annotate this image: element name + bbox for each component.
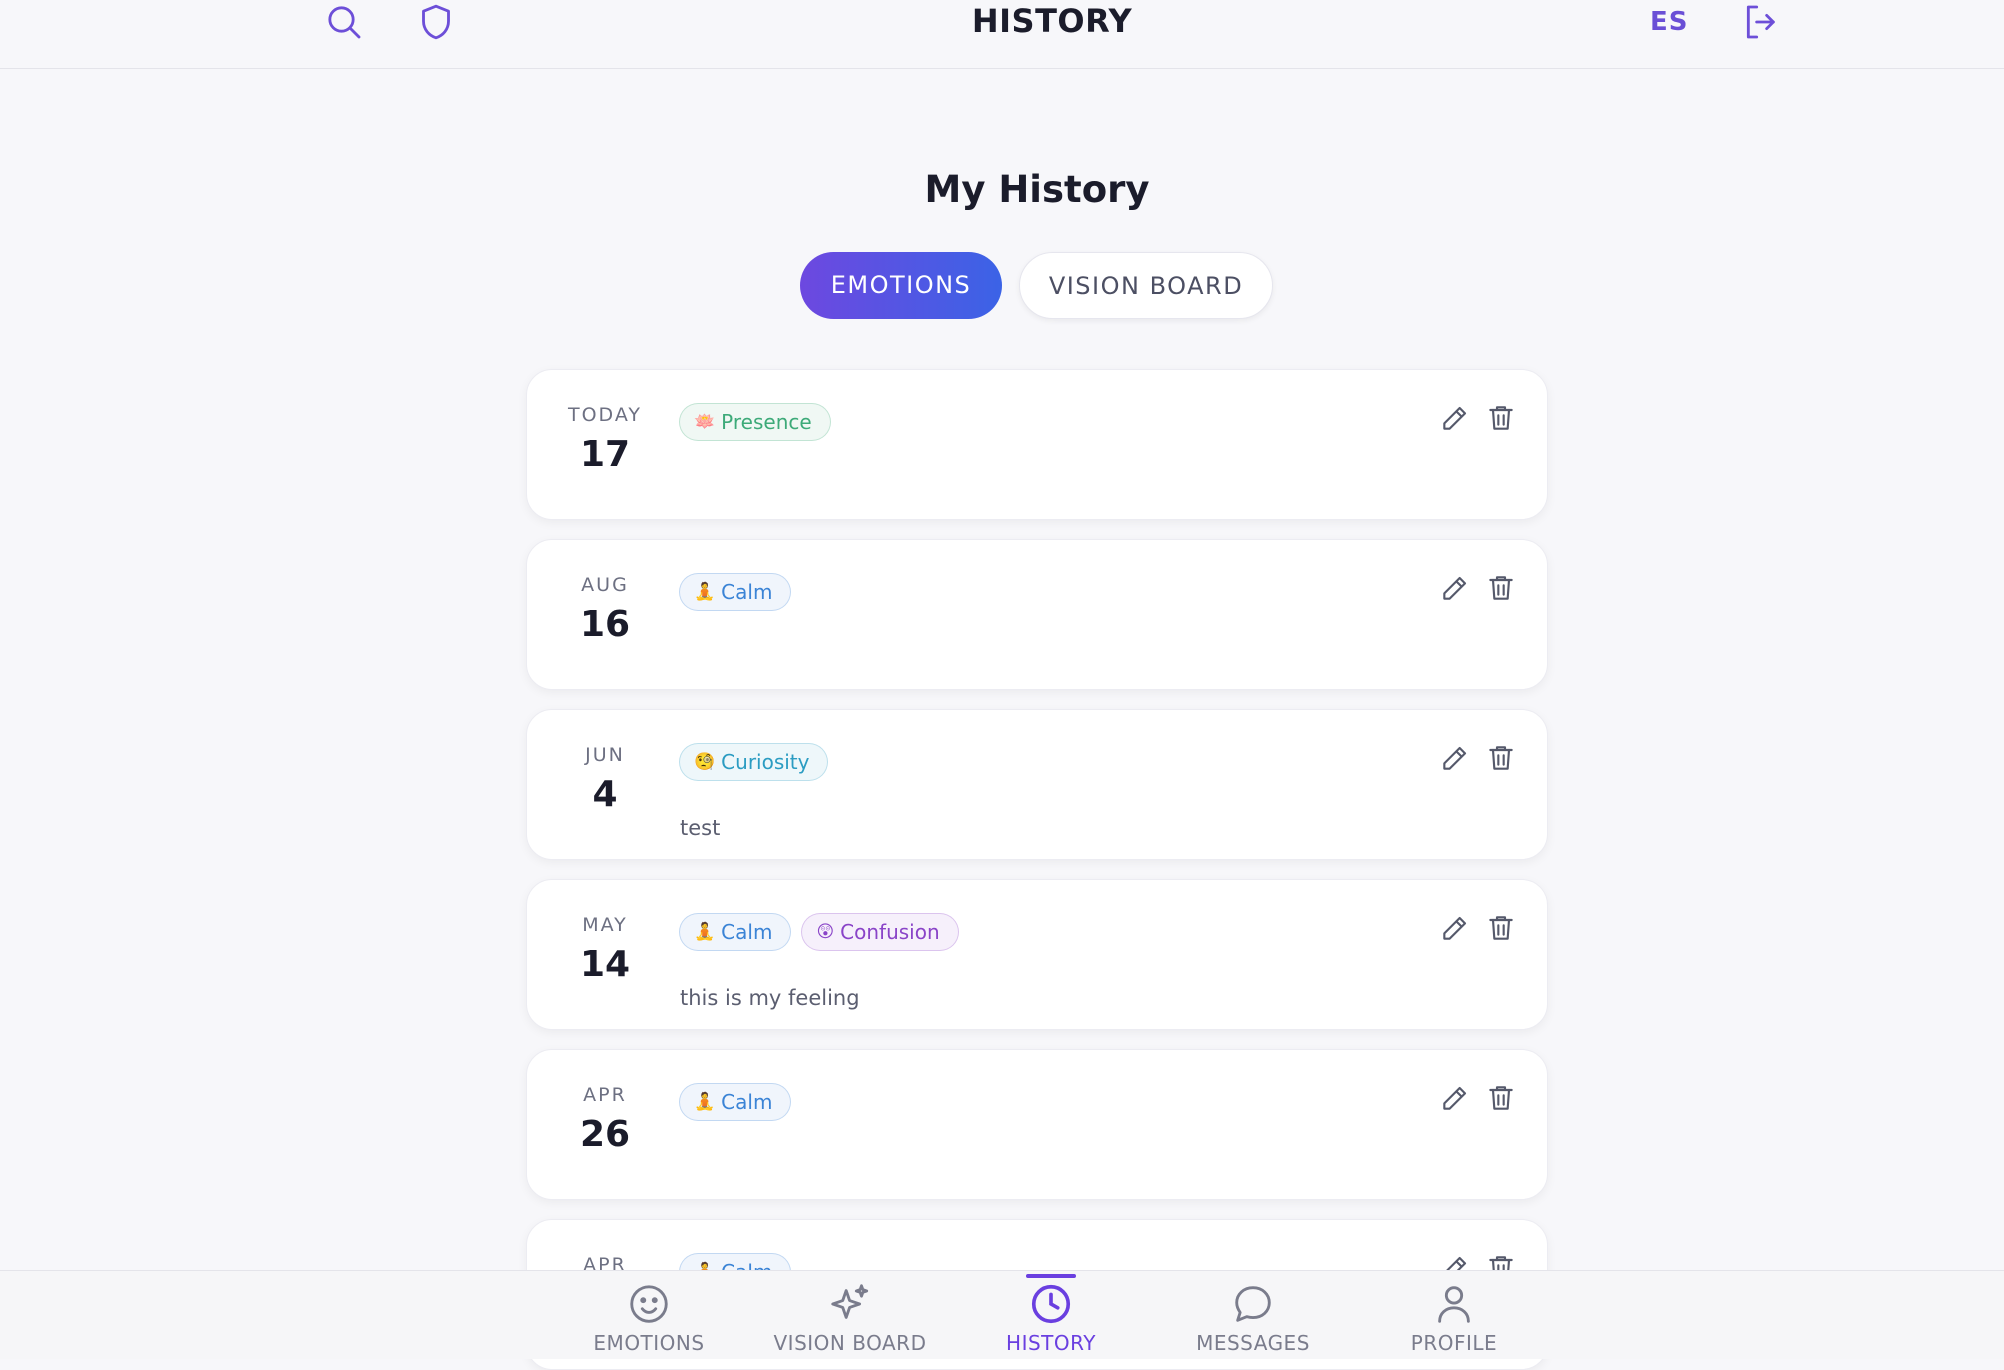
entry-day: 17 — [579, 434, 631, 475]
tab-emotions[interactable]: EMOTIONS — [800, 252, 1002, 319]
entry-month: JUN — [585, 744, 625, 766]
trash-icon[interactable] — [1485, 1082, 1517, 1114]
emotion-tags: 🧘 Calm 😲 Confusion — [679, 913, 959, 951]
nav-label: MESSAGES — [1196, 1331, 1310, 1355]
sparkles-icon — [831, 1284, 869, 1319]
entry-month: APR — [583, 1084, 627, 1106]
user-icon — [1438, 1286, 1470, 1323]
smile-icon — [630, 1285, 668, 1323]
entry-note: test — [680, 816, 721, 840]
emotion-tags: 🧘Calm — [679, 1083, 792, 1121]
emotion-tag: 😲 Confusion — [801, 913, 959, 951]
history-entry-card[interactable]: TODAY 17 🪷 Presence — [526, 369, 1548, 520]
logout-icon[interactable] — [1740, 2, 1780, 42]
nav-history[interactable]: HISTORY — [961, 1281, 1141, 1355]
history-entry-card[interactable]: MAY 14 🧘 Calm 😲 Confusion this is my feeling — [526, 879, 1548, 1030]
entry-month: TODAY — [568, 404, 642, 426]
entry-actions — [1439, 572, 1517, 604]
entry-date: MAY 14 — [527, 914, 683, 985]
tab-vision-board[interactable]: VISION BOARD — [1019, 252, 1273, 319]
emotion-label: Confusion — [840, 920, 940, 944]
entry-date: APR 26 — [527, 1084, 683, 1155]
emotion-tag: 🧘Calm — [679, 913, 792, 951]
emotion-tags: 🪷 Presence — [679, 403, 831, 441]
clock-icon — [1031, 1284, 1071, 1324]
entry-actions — [1439, 402, 1517, 434]
nav-emotions[interactable]: EMOTIONS — [559, 1281, 739, 1355]
page-title: My History — [924, 168, 1150, 211]
emotion-tag: 🧘Calm — [679, 1083, 792, 1121]
emotion-emoji: 🧘 — [694, 1092, 716, 1112]
top-header: HISTORY ES — [0, 0, 2004, 69]
nav-messages[interactable]: MESSAGES — [1163, 1281, 1343, 1355]
emotion-emoji: 😲 — [816, 922, 835, 942]
emotion-tag: 🧐 Curiosity — [679, 743, 829, 781]
trash-icon[interactable] — [1485, 912, 1517, 944]
entry-date: TODAY 17 — [527, 404, 683, 475]
nav-profile[interactable]: PROFILE — [1364, 1281, 1544, 1355]
entry-actions — [1439, 742, 1517, 774]
emotion-label: Curiosity — [721, 750, 810, 774]
emotion-emoji: 🧘 — [694, 922, 716, 942]
entry-month: MAY — [582, 914, 628, 936]
nav-label: EMOTIONS — [593, 1331, 705, 1355]
emotion-tags: 🧘Calm — [679, 573, 792, 611]
entry-date: AUG 16 — [527, 574, 683, 645]
pencil-icon[interactable] — [1439, 742, 1471, 774]
pencil-icon[interactable] — [1439, 402, 1471, 434]
trash-icon[interactable] — [1485, 572, 1517, 604]
emotion-emoji: 🧐 — [694, 752, 716, 772]
emotion-tag: 🪷 Presence — [679, 403, 831, 441]
history-entry-card[interactable]: JUN 4 🧐 Curiosity test — [526, 709, 1548, 860]
pencil-icon[interactable] — [1439, 912, 1471, 944]
bottom-navigation: EMOTIONS VISION BOARD HISTORY MESSAGES P… — [0, 1270, 2004, 1359]
nav-label: VISION BOARD — [773, 1331, 927, 1355]
active-tab-indicator — [1026, 1274, 1076, 1278]
trash-icon[interactable] — [1485, 742, 1517, 774]
emotion-label: Calm — [721, 920, 773, 944]
emotion-label: Calm — [721, 580, 773, 604]
nav-label: HISTORY — [1006, 1331, 1096, 1355]
entry-note: this is my feeling — [680, 986, 860, 1010]
history-entry-card[interactable]: AUG 16 🧘 Calm — [526, 539, 1548, 690]
emotion-label: Calm — [721, 1090, 773, 1114]
entry-day: 14 — [579, 944, 631, 985]
chat-bubble-icon — [1235, 1286, 1271, 1322]
emotion-emoji: 🪷 — [694, 412, 716, 432]
entry-month: AUG — [581, 574, 629, 596]
emotion-label: Presence — [721, 410, 812, 434]
pencil-icon[interactable] — [1439, 1082, 1471, 1114]
header-title: HISTORY — [971, 2, 1133, 40]
language-toggle[interactable]: ES — [1650, 7, 1689, 37]
nav-label: PROFILE — [1410, 1331, 1498, 1355]
pencil-icon[interactable] — [1439, 572, 1471, 604]
entry-actions — [1439, 1082, 1517, 1114]
nav-vision-board[interactable]: VISION BOARD — [760, 1281, 940, 1355]
emotion-emoji: 🧘 — [694, 582, 716, 602]
trash-icon[interactable] — [1485, 402, 1517, 434]
entry-date: JUN 4 — [527, 744, 683, 815]
entry-day: 4 — [592, 774, 618, 815]
history-entry-card[interactable]: APR 26 🧘 Calm — [526, 1049, 1548, 1200]
entry-day: 16 — [579, 604, 631, 645]
entry-actions — [1439, 912, 1517, 944]
entry-day: 26 — [579, 1114, 631, 1155]
emotion-tag: 🧘Calm — [679, 573, 792, 611]
emotion-tags: 🧐 Curiosity — [679, 743, 829, 781]
